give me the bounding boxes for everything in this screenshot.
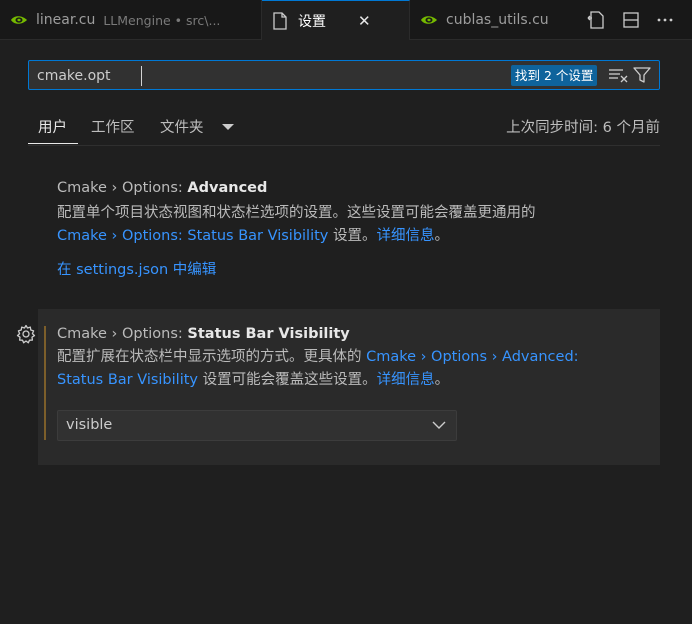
setting-name: Advanced <box>187 180 268 196</box>
gear-icon[interactable] <box>16 324 36 344</box>
settings-search-input[interactable] <box>37 65 507 87</box>
tab-linear-cu[interactable]: linear.cu LLMengine • src\... <box>0 0 262 40</box>
open-settings-json-icon[interactable] <box>586 10 606 30</box>
settings-scope-tabs: 用户 工作区 文件夹 上次同步时间: 6 个月前 <box>28 112 660 146</box>
description-text: 配置单个项目状态视图和状态栏选项的设置。这些设置可能会覆盖更通用的 <box>57 205 536 221</box>
close-icon[interactable]: ✕ <box>358 12 371 30</box>
file-icon <box>273 11 287 30</box>
description-text: 。 <box>434 228 450 244</box>
tab-label: cublas_utils.cu <box>446 12 549 28</box>
status-bar-visibility-select[interactable]: visible <box>57 410 457 441</box>
edit-in-settings-json-link[interactable]: 在 settings.json 中编辑 <box>57 258 657 279</box>
setting-reference-link[interactable]: Status Bar Visibility <box>57 372 198 388</box>
setting-category: Cmake › Options: <box>57 180 188 196</box>
more-info-link[interactable]: 详细信息 <box>377 228 435 244</box>
tab-cublas-utils[interactable]: cublas_utils.cu <box>410 0 568 40</box>
setting-title: Cmake › Options: Status Bar Visibility <box>57 326 647 342</box>
setting-title: Cmake › Options: Advanced <box>57 180 657 196</box>
more-info-link[interactable]: 详细信息 <box>377 372 435 388</box>
more-actions-icon[interactable] <box>656 11 674 29</box>
selected-value: visible <box>66 417 113 433</box>
setting-category: Cmake › Options: <box>57 326 188 342</box>
setting-item-advanced: Cmake › Options: Advanced 配置单个项目状态视图和状态栏… <box>57 180 657 279</box>
modified-indicator <box>44 326 46 440</box>
description-text: 。 <box>434 372 450 388</box>
nvidia-icon <box>421 16 437 24</box>
tab-label: linear.cu <box>36 12 96 28</box>
description-text: 设置可能会覆盖这些设置。 <box>198 372 377 388</box>
setting-description: 配置单个项目状态视图和状态栏选项的设置。这些设置可能会覆盖更通用的 Cmake … <box>57 202 657 248</box>
nvidia-icon <box>11 16 27 24</box>
tab-folder[interactable]: 文件夹 <box>160 116 204 137</box>
editor-actions <box>586 0 674 40</box>
setting-reference-link[interactable]: Cmake › Options › Advanced: <box>366 349 578 365</box>
tab-settings[interactable]: 设置 ✕ <box>262 0 410 40</box>
tab-label: 设置 <box>298 13 326 30</box>
search-results-badge: 找到 2 个设置 <box>511 65 598 86</box>
tab-description: LLMengine • src\... <box>103 12 221 28</box>
setting-name: Status Bar Visibility <box>187 326 350 342</box>
chevron-down-icon <box>432 421 446 429</box>
text-caret <box>141 66 142 86</box>
active-tab-indicator <box>28 143 78 144</box>
split-editor-icon[interactable] <box>622 11 640 29</box>
clear-filter-icon[interactable] <box>608 67 628 83</box>
chevron-down-icon[interactable] <box>222 123 234 131</box>
setting-description: 配置扩展在状态栏中显示选项的方式。更具体的 Cmake › Options › … <box>57 346 647 392</box>
editor-tab-bar: linear.cu LLMengine • src\... 设置 ✕ cubla… <box>0 0 692 40</box>
setting-item-status-bar-visibility: Cmake › Options: Status Bar Visibility 配… <box>57 326 647 392</box>
tab-user[interactable]: 用户 <box>38 116 67 137</box>
description-text: 设置。 <box>328 228 377 244</box>
filter-icon[interactable] <box>633 66 651 84</box>
settings-search-box: 找到 2 个设置 <box>28 60 660 90</box>
sync-status: 上次同步时间: 6 个月前 <box>506 120 660 136</box>
setting-reference-link[interactable]: Cmake › Options: Status Bar Visibility <box>57 228 328 244</box>
tab-workspace[interactable]: 工作区 <box>91 116 135 137</box>
description-text: 配置扩展在状态栏中显示选项的方式。更具体的 <box>57 349 367 365</box>
